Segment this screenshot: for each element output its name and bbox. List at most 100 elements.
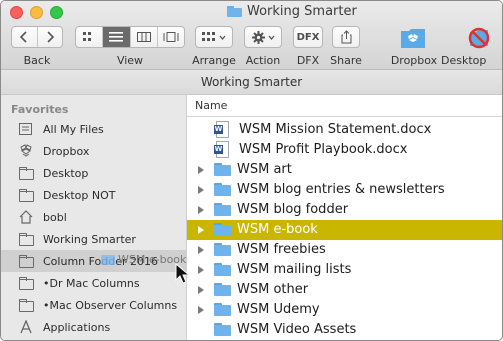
chevron-right-icon: [47, 31, 54, 43]
list-item[interactable]: WSM Mission Statement.docx: [187, 120, 502, 140]
finder-window: Working Smarter Back View Arrange Action…: [0, 0, 503, 341]
applications-icon: [18, 319, 34, 334]
folder-icon: [214, 303, 231, 316]
sidebar-header-favorites: Favorites: [11, 103, 69, 116]
file-list: WSM Mission Statement.docx WSM Profit Pl…: [187, 117, 502, 340]
sidebar-item-desktop[interactable]: Desktop: [1, 162, 186, 184]
sidebar-item-label: All My Files: [43, 122, 104, 136]
column-header-name[interactable]: Name: [187, 95, 502, 117]
list-item-name: WSM mailing lists: [237, 262, 352, 277]
icon-view-button[interactable]: [76, 27, 102, 47]
share-button[interactable]: [332, 26, 360, 48]
list-icon: [109, 32, 124, 42]
chevron-down-icon: [219, 35, 226, 40]
sidebar-item-label: Dropbox: [43, 144, 90, 158]
disclosure-triangle-icon[interactable]: [198, 206, 204, 214]
folder-icon: [18, 276, 34, 290]
sidebar-item-label: bobl: [43, 210, 67, 224]
list-item[interactable]: WSM Video Assets: [187, 320, 502, 340]
dfx-button[interactable]: DFX: [293, 26, 323, 48]
action-button[interactable]: [244, 26, 282, 48]
list-item[interactable]: WSM blog entries & newsletters: [187, 180, 502, 200]
list-item[interactable]: WSM blog fodder: [187, 200, 502, 220]
folder-icon: [214, 263, 231, 276]
title-bar: Working Smarter: [1, 1, 502, 23]
folder-icon: [18, 254, 34, 268]
all-files-icon: [18, 122, 34, 136]
folder-icon: [227, 6, 242, 17]
folder-icon: [214, 283, 231, 296]
forward-button[interactable]: [36, 27, 63, 47]
gear-icon: [251, 30, 265, 44]
list-view-button[interactable]: [102, 27, 130, 47]
sidebar-item-applications[interactable]: Applications: [1, 316, 186, 338]
folder-icon: [214, 243, 231, 256]
disclosure-triangle-icon[interactable]: [198, 226, 204, 234]
share-icon: [341, 30, 351, 44]
sidebar-item-desktop-not[interactable]: Desktop NOT: [1, 184, 186, 206]
list-item[interactable]: WSM art: [187, 160, 502, 180]
sidebar-item-label: •Dr Mac Columns: [43, 276, 140, 290]
list-item-name: WSM other: [237, 282, 309, 297]
zoom-button[interactable]: [50, 6, 63, 19]
list-item-name: WSM e-book: [237, 222, 318, 237]
chevron-down-icon: [268, 35, 274, 40]
disclosure-triangle-icon[interactable]: [198, 306, 204, 314]
minimize-button[interactable]: [30, 6, 43, 19]
back-forward-control: [11, 26, 63, 48]
disclosure-triangle-icon[interactable]: [198, 186, 204, 194]
desktop-not-toolbar-item[interactable]: [467, 26, 491, 50]
list-item-name: WSM freebies: [237, 242, 326, 257]
list-item[interactable]: WSM Udemy: [187, 300, 502, 320]
drag-preview: WSM e-book: [101, 253, 186, 266]
sidebar-item-label: Working Smarter: [43, 232, 136, 246]
disclosure-triangle-icon[interactable]: [198, 166, 204, 174]
arrange-button[interactable]: [195, 26, 233, 48]
dropbox-label: Dropbox: [390, 54, 438, 67]
sidebar-item-all-my-files[interactable]: All My Files: [1, 118, 186, 140]
list-item[interactable]: WSM freebies: [187, 240, 502, 260]
arrange-label: Arrange: [192, 54, 236, 67]
sidebar-item-dropbox[interactable]: Dropbox: [1, 140, 186, 162]
folder-icon: [101, 254, 115, 265]
columns-icon: [136, 32, 151, 42]
action-label: Action: [245, 54, 281, 67]
view-label: View: [116, 54, 144, 67]
list-item[interactable]: WSM mailing lists: [187, 260, 502, 280]
no-sign-icon: [468, 27, 490, 49]
list-item[interactable]: WSM other: [187, 280, 502, 300]
folder-icon: [18, 188, 34, 202]
list-item-selected[interactable]: WSM e-book: [187, 220, 502, 240]
sidebar-item-dr-mac-columns[interactable]: •Dr Mac Columns: [1, 272, 186, 294]
close-button[interactable]: [10, 6, 23, 19]
list-item-name: WSM Profit Playbook.docx: [239, 142, 408, 157]
list-item-name: WSM Udemy: [237, 302, 320, 317]
column-view-button[interactable]: [129, 27, 157, 47]
coverflow-view-button[interactable]: [156, 27, 184, 47]
disclosure-triangle-icon[interactable]: [198, 286, 204, 294]
sidebar-item-mac-observer-columns[interactable]: •Mac Observer Columns: [1, 294, 186, 316]
dropbox-icon: [18, 144, 34, 158]
list-item-name: WSM blog fodder: [237, 202, 349, 217]
chevron-left-icon: [20, 31, 27, 43]
path-bar: Working Smarter: [1, 69, 502, 95]
dropbox-toolbar-item[interactable]: [400, 26, 426, 50]
back-label: Back: [23, 54, 51, 67]
sidebar-item-label: Desktop NOT: [43, 188, 116, 202]
path-bar-title: Working Smarter: [200, 75, 303, 89]
list-item[interactable]: WSM Profit Playbook.docx: [187, 140, 502, 160]
sidebar-item-working-smarter[interactable]: Working Smarter: [1, 228, 186, 250]
word-document-icon: [214, 141, 229, 158]
arrange-grid-icon: [202, 32, 215, 41]
sidebar-item-bobl[interactable]: bobl: [1, 206, 186, 228]
folder-icon: [18, 166, 34, 180]
share-label: Share: [330, 54, 362, 67]
disclosure-triangle-icon[interactable]: [198, 246, 204, 254]
coverflow-icon: [163, 32, 179, 42]
sidebar-item-label: •Mac Observer Columns: [43, 298, 178, 312]
disclosure-triangle-icon[interactable]: [198, 266, 204, 274]
back-button[interactable]: [12, 27, 37, 47]
sidebar-item-label: Applications: [43, 320, 111, 334]
column-header-label: Name: [195, 99, 228, 112]
list-item-name: WSM Video Assets: [237, 322, 357, 337]
